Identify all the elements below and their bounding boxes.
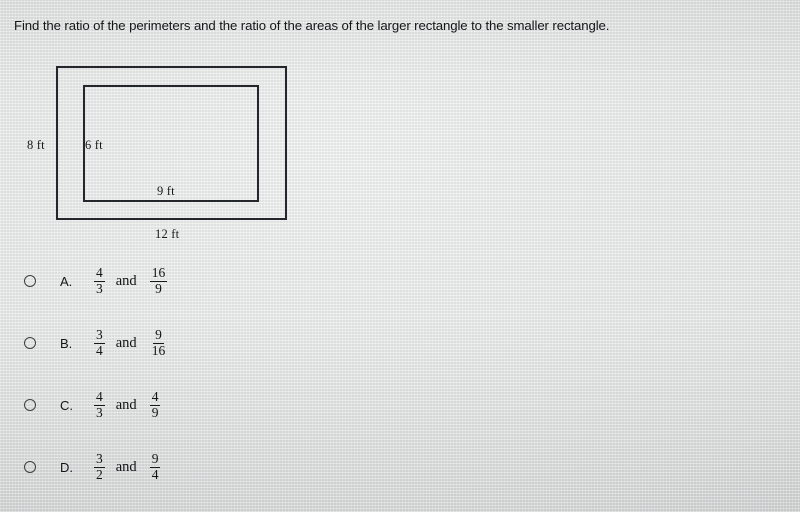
option-a-first-numerator: 4 xyxy=(94,264,105,282)
option-letter-d: D. xyxy=(60,459,73,475)
option-a-first-denominator: 3 xyxy=(96,281,103,296)
question-page: Find the ratio of the perimeters and the… xyxy=(0,0,800,512)
option-d-second-fraction: 9 4 xyxy=(149,450,161,482)
option-b-conjunction: and xyxy=(115,334,137,351)
radio-button-a[interactable] xyxy=(24,275,36,287)
option-a-expression: 4 3 and 16 9 xyxy=(88,264,169,296)
larger-rectangle-height-label: 8 ft xyxy=(27,138,45,152)
larger-rectangle-width-label: 12 ft xyxy=(155,227,180,241)
option-c-second-denominator: 9 xyxy=(151,405,159,420)
option-d-first-denominator: 2 xyxy=(96,467,103,482)
option-c-first-numerator: 4 xyxy=(94,388,105,406)
option-c-first-fraction: 4 3 xyxy=(94,388,105,420)
option-a-second-fraction: 16 9 xyxy=(149,264,168,296)
option-b-expression: 3 4 and 9 16 xyxy=(88,326,169,358)
smaller-rectangle-width-label: 9 ft xyxy=(157,184,175,198)
option-c-second-fraction: 4 9 xyxy=(149,388,161,420)
option-c-second-numerator: 4 xyxy=(149,388,161,406)
option-c-conjunction: and xyxy=(115,396,137,413)
option-letter-c: C. xyxy=(60,397,73,413)
radio-button-b[interactable] xyxy=(24,337,36,349)
option-c-first-denominator: 3 xyxy=(96,405,103,420)
option-b-first-fraction: 3 4 xyxy=(94,326,105,358)
rectangles-diagram: 8 ft 6 ft 9 ft 12 ft xyxy=(0,0,340,255)
option-letter-b: B. xyxy=(60,335,73,351)
content-layer: Find the ratio of the perimeters and the… xyxy=(0,0,800,512)
option-c-expression: 4 3 and 4 9 xyxy=(88,388,162,420)
option-b-second-denominator: 16 xyxy=(151,343,166,358)
answer-option-d[interactable]: D. 3 2 and 9 4 xyxy=(22,444,352,490)
option-a-second-numerator: 16 xyxy=(149,264,168,282)
option-b-first-denominator: 4 xyxy=(96,343,103,358)
answer-option-a[interactable]: A. 4 3 and 16 9 xyxy=(22,258,352,304)
smaller-rectangle-height-label: 6 ft xyxy=(85,138,103,152)
option-a-first-fraction: 4 3 xyxy=(94,264,105,296)
answer-option-c[interactable]: C. 4 3 and 4 9 xyxy=(22,382,352,428)
option-d-expression: 3 2 and 9 4 xyxy=(88,450,162,482)
radio-button-d[interactable] xyxy=(24,461,36,473)
answer-option-b[interactable]: B. 3 4 and 9 16 xyxy=(22,320,352,366)
option-b-second-numerator: 9 xyxy=(153,326,164,344)
option-a-second-denominator: 9 xyxy=(155,281,162,296)
option-d-second-numerator: 9 xyxy=(149,450,161,468)
option-d-first-fraction: 3 2 xyxy=(94,450,105,482)
option-b-second-fraction: 9 16 xyxy=(150,326,168,358)
option-a-conjunction: and xyxy=(115,272,137,289)
option-d-conjunction: and xyxy=(115,458,137,475)
option-d-second-denominator: 4 xyxy=(151,467,159,482)
option-letter-a: A. xyxy=(60,273,73,289)
option-d-first-numerator: 3 xyxy=(94,450,105,468)
radio-button-c[interactable] xyxy=(24,399,36,411)
option-b-first-numerator: 3 xyxy=(94,326,105,344)
